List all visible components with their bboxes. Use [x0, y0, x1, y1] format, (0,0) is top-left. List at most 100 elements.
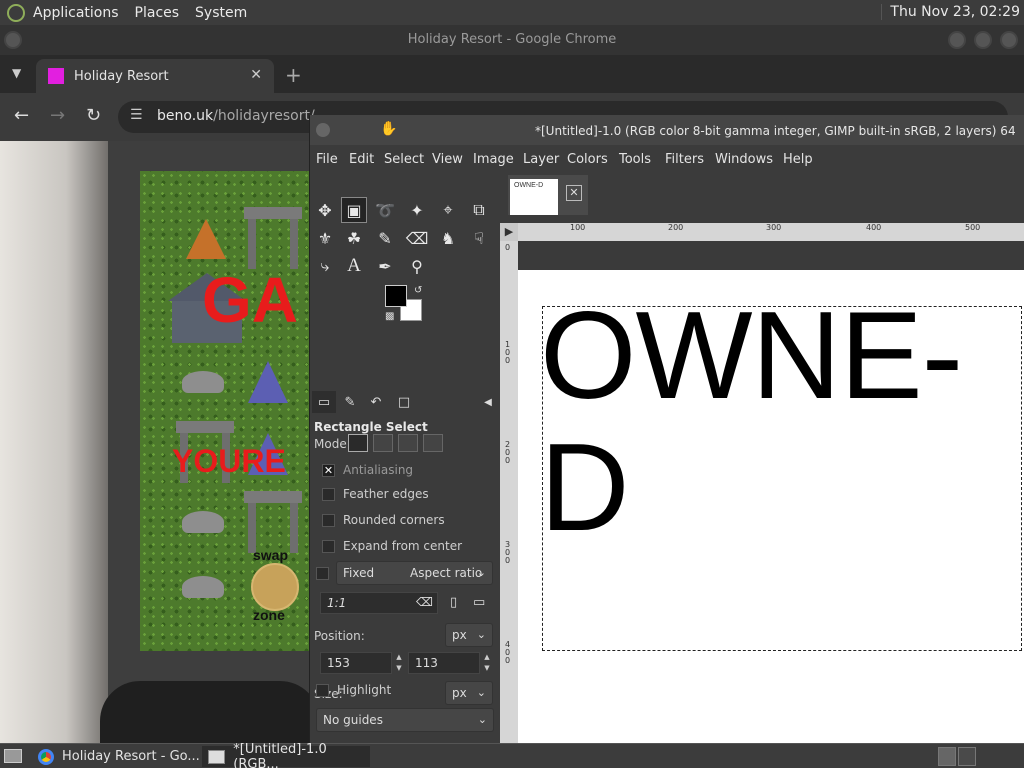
menu-places[interactable]: Places — [135, 5, 180, 21]
new-tab-button[interactable]: + — [285, 63, 302, 87]
mode-intersect-button[interactable] — [423, 434, 443, 452]
distro-logo-icon[interactable] — [7, 3, 25, 22]
mode-add-button[interactable] — [373, 434, 393, 452]
guides-label: No guides — [323, 713, 383, 727]
site-info-icon[interactable]: ☰ — [130, 107, 143, 123]
canvas-text-layer[interactable]: OWNE-D — [540, 290, 1020, 554]
tab-close-icon[interactable]: ✕ — [250, 67, 262, 83]
menu-view[interactable]: View — [432, 152, 463, 167]
paths-tool-icon[interactable]: ⤷ — [312, 253, 338, 279]
lasso-tool-icon[interactable]: ➰ — [372, 197, 398, 223]
menu-file[interactable]: File — [316, 152, 338, 167]
menu-applications[interactable]: Applications — [33, 5, 119, 21]
rounded-corners-checkbox[interactable] — [322, 513, 335, 527]
zoom-tool-icon[interactable]: ⚲ — [404, 253, 430, 279]
images-tab-icon[interactable]: □ — [392, 391, 416, 413]
gimp-titlebar[interactable]: ✋ *[Untitled]-1.0 (RGB color 8-bit gamma… — [310, 115, 1024, 145]
foreground-color-swatch[interactable] — [385, 285, 407, 307]
fixed-mode-dropdown[interactable]: Fixed Aspect ratio ⌄ — [336, 561, 493, 585]
back-arrow-icon[interactable]: ← — [14, 105, 29, 126]
horizontal-ruler[interactable]: 100 200 300 400 500 — [518, 223, 1024, 241]
mode-subtract-button[interactable] — [398, 434, 418, 452]
workspace-1[interactable] — [938, 747, 956, 766]
position-x-spinner-icon[interactable]: ▲ ▼ — [392, 652, 406, 674]
forward-arrow-icon[interactable]: → — [50, 105, 65, 126]
landscape-icon[interactable]: ▭ — [473, 595, 485, 610]
move-grip-icon[interactable]: ✋ — [380, 121, 397, 137]
highlight-checkbox[interactable] — [316, 683, 329, 697]
guides-dropdown[interactable]: No guides ⌄ — [316, 708, 494, 732]
device-status-tab-icon[interactable]: ✎ — [338, 391, 362, 413]
rounded-corners-option[interactable]: Rounded corners — [322, 513, 445, 527]
minimize-button[interactable] — [948, 31, 966, 49]
reload-icon[interactable]: ↻ — [86, 105, 101, 126]
menu-layer[interactable]: Layer — [523, 152, 559, 167]
clone-tool-icon[interactable]: ♞ — [435, 225, 461, 251]
ratio-entry[interactable]: 1:1 ⌫ — [320, 592, 438, 614]
gimp-window-menu-button[interactable] — [316, 123, 330, 137]
warp-tool-icon[interactable]: ⚜ — [312, 225, 338, 251]
menu-select[interactable]: Select — [384, 152, 424, 167]
vertical-ruler[interactable]: 0 1 0 0 2 0 0 3 0 0 4 0 0 — [500, 241, 518, 743]
paintbrush-tool-icon[interactable]: ✎ — [372, 225, 398, 251]
window-menu-button[interactable] — [4, 31, 22, 49]
menu-help[interactable]: Help — [783, 152, 813, 167]
image-tab[interactable]: OWNE-D ✕ — [508, 175, 588, 215]
feather-edges-option[interactable]: Feather edges — [322, 487, 429, 501]
dock-menu-icon[interactable]: ◀ — [476, 391, 500, 413]
menu-image[interactable]: Image — [473, 152, 514, 167]
panel-clock[interactable]: Thu Nov 23, 02:29 — [881, 4, 1020, 20]
workspace-2[interactable] — [958, 747, 976, 766]
expand-from-center-option[interactable]: Expand from center — [322, 539, 462, 553]
fixed-checkbox[interactable] — [316, 567, 329, 580]
expand-from-center-checkbox[interactable] — [322, 539, 335, 553]
feather-edges-checkbox[interactable] — [322, 487, 335, 501]
eraser-tool-icon[interactable]: ⌫ — [404, 225, 430, 251]
close-image-icon[interactable]: ✕ — [566, 185, 582, 201]
menu-colors[interactable]: Colors — [567, 152, 608, 167]
rect-select-tool-icon[interactable]: ▣ — [341, 197, 367, 223]
crop-tool-icon[interactable]: ⌖ — [435, 197, 461, 223]
menu-tools[interactable]: Tools — [619, 152, 651, 167]
webpage-content: GA YOURE swap zone — [0, 141, 310, 743]
portrait-icon[interactable]: ▯ — [450, 595, 457, 610]
image-thumbnail[interactable]: OWNE-D — [510, 179, 558, 215]
position-unit-dropdown[interactable]: px ⌄ — [445, 623, 493, 647]
antialiasing-checkbox[interactable]: ✕ — [322, 463, 335, 477]
clear-entry-icon[interactable]: ⌫ — [416, 595, 433, 609]
fuzzy-select-tool-icon[interactable]: ✦ — [404, 197, 430, 223]
menu-system[interactable]: System — [195, 5, 247, 21]
menu-filters[interactable]: Filters — [665, 152, 704, 167]
size-unit-dropdown[interactable]: px ⌄ — [445, 681, 493, 705]
task-chrome[interactable]: Holiday Resort - Go... — [32, 746, 200, 767]
quick-mask-toggle-icon[interactable]: ▶ — [500, 223, 518, 241]
antialiasing-option[interactable]: ✕ Antialiasing — [322, 463, 413, 477]
unified-transform-tool-icon[interactable]: ⧉ — [466, 197, 492, 223]
text-tool-icon[interactable]: A — [341, 253, 367, 279]
move-tool-icon[interactable]: ✥ — [312, 197, 338, 223]
undo-history-tab-icon[interactable]: ↶ — [364, 391, 388, 413]
task-gimp[interactable]: *[Untitled]-1.0 (RGB... — [202, 742, 370, 768]
smudge-tool-icon[interactable]: ☟ — [466, 225, 492, 251]
position-x-input[interactable]: 153 — [320, 652, 392, 674]
tab-holiday-resort[interactable]: Holiday Resort ✕ — [36, 59, 274, 93]
position-y-spinner-icon[interactable]: ▲ ▼ — [480, 652, 494, 674]
color-picker-tool-icon[interactable]: ✒ — [372, 253, 398, 279]
image-canvas[interactable]: OWNE-D — [518, 270, 1024, 743]
close-window-button[interactable] — [1000, 31, 1018, 49]
fixed-option[interactable] — [316, 567, 337, 580]
tool-options-tab-icon[interactable]: ▭ — [312, 391, 336, 413]
menu-windows[interactable]: Windows — [715, 152, 773, 167]
menu-edit[interactable]: Edit — [349, 152, 374, 167]
position-y-input[interactable]: 113 — [408, 652, 480, 674]
bucket-fill-tool-icon[interactable]: ☘ — [341, 225, 367, 251]
swap-colors-icon[interactable]: ↺ — [414, 285, 422, 296]
highlight-option[interactable]: Highlight — [316, 683, 391, 697]
tab-search-chevron-icon[interactable]: ▼ — [12, 66, 21, 80]
chrome-titlebar[interactable]: Holiday Resort - Google Chrome — [0, 25, 1024, 55]
mode-replace-button[interactable] — [348, 434, 368, 452]
show-desktop-icon[interactable] — [4, 749, 22, 763]
default-colors-icon[interactable]: ▩ — [385, 311, 394, 322]
maximize-button[interactable] — [974, 31, 992, 49]
url-text[interactable]: beno.uk/holidayresort/ — [157, 108, 315, 124]
